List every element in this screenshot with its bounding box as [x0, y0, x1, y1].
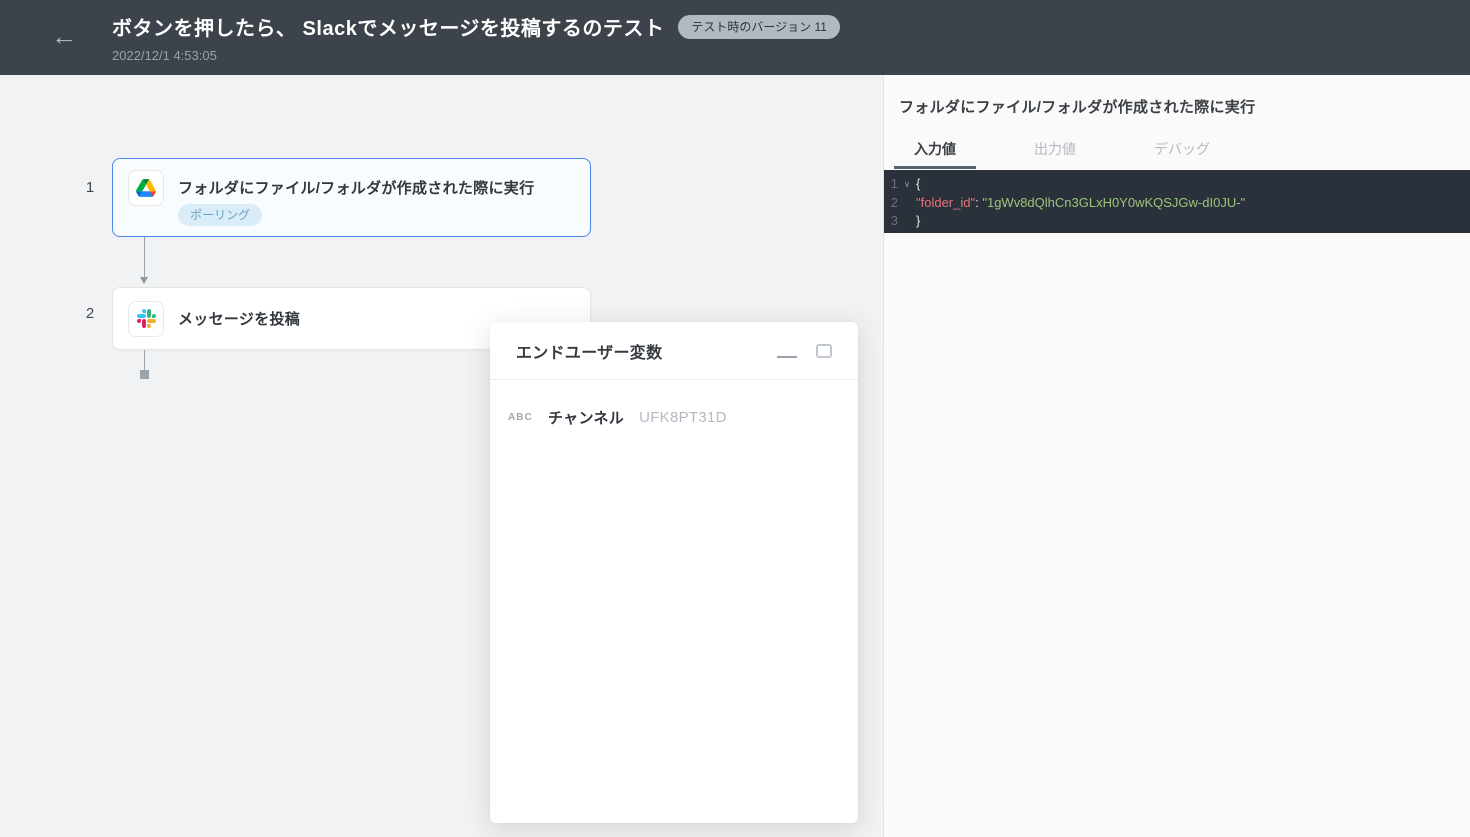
modal-body: ABC チャンネル UFK8PT31D — [490, 380, 858, 455]
step-connector — [140, 237, 149, 284]
app-header: ← ボタンを押したら、 Slackでメッセージを投稿するのテスト テスト時のバー… — [0, 0, 1470, 75]
detail-panel: フォルダにファイル/フォルダが作成された際に実行 入力値 出力値 デバッグ 1 … — [883, 75, 1470, 837]
json-code-viewer[interactable]: 1 ∨ { 2 "folder_id": "1gWv8dQlhCn3GLxH0Y… — [884, 170, 1470, 233]
gutter-spacer — [898, 212, 916, 231]
maximize-button[interactable] — [816, 344, 832, 358]
step-connector-end — [140, 350, 149, 379]
line-number: 3 — [884, 212, 898, 231]
line-number: 2 — [884, 194, 898, 213]
version-badge: テスト時のバージョン 11 — [678, 15, 840, 39]
gutter-spacer — [898, 194, 916, 213]
line-number: 1 — [884, 175, 898, 194]
json-string-value: "1gWv8dQlhCn3GLxH0Y0wKQSJGw-dI0JU-" — [982, 195, 1245, 210]
code-text: } — [916, 212, 920, 231]
workflow-step-card-1[interactable]: フォルダにファイル/フォルダが作成された際に実行 ポーリング — [112, 158, 591, 237]
minimize-icon — [777, 356, 797, 358]
connector-arrow-icon — [140, 277, 148, 284]
variable-row[interactable]: ABC チャンネル UFK8PT31D — [508, 407, 840, 428]
maximize-icon — [816, 344, 832, 358]
modal-window-controls — [777, 344, 832, 358]
back-button[interactable]: ← — [48, 20, 80, 52]
panel-tabs: 入力値 出力値 デバッグ — [894, 134, 1268, 169]
polling-badge: ポーリング — [178, 204, 262, 226]
timestamp: 2022/12/1 4:53:05 — [112, 48, 840, 63]
end-user-variables-modal: エンドユーザー変数 ABC チャンネル UFK8PT31D — [490, 322, 858, 823]
header-title-block: ボタンを押したら、 Slackでメッセージを投稿するのテスト テスト時のバージョ… — [112, 12, 840, 63]
code-line: 1 ∨ { — [884, 175, 1470, 194]
fold-chevron-icon[interactable]: ∨ — [898, 175, 916, 194]
minimize-button[interactable] — [777, 344, 797, 358]
connector-line — [144, 350, 146, 372]
tab-input-values[interactable]: 入力値 — [894, 134, 976, 169]
step-title: フォルダにファイル/フォルダが作成された際に実行 — [178, 177, 534, 198]
modal-header: エンドユーザー変数 — [490, 322, 858, 380]
step-number-1: 1 — [82, 180, 98, 195]
panel-title: フォルダにファイル/フォルダが作成された際に実行 — [899, 96, 1255, 117]
code-text: { — [916, 175, 920, 194]
step-title: メッセージを投稿 — [178, 308, 300, 329]
variable-value: UFK8PT31D — [639, 409, 727, 426]
page-title: ボタンを押したら、 Slackでメッセージを投稿するのテスト — [112, 12, 664, 41]
text-type-badge: ABC — [508, 412, 532, 423]
json-key: "folder_id" — [916, 195, 975, 210]
modal-title: エンドユーザー変数 — [516, 339, 777, 363]
tab-debug[interactable]: デバッグ — [1134, 134, 1230, 169]
code-line: 3 } — [884, 212, 1470, 231]
code-line: 2 "folder_id": "1gWv8dQlhCn3GLxH0Y0wKQSJ… — [884, 194, 1470, 213]
connector-end-square — [140, 370, 149, 379]
step-number-2: 2 — [82, 306, 98, 321]
variable-name: チャンネル — [548, 407, 624, 428]
code-text: "folder_id": "1gWv8dQlhCn3GLxH0Y0wKQSJGw… — [916, 194, 1245, 213]
tab-output-values[interactable]: 出力値 — [1014, 134, 1096, 169]
google-drive-icon — [128, 170, 164, 206]
connector-line — [144, 237, 146, 277]
slack-icon — [128, 301, 164, 337]
back-arrow-icon: ← — [51, 21, 77, 51]
